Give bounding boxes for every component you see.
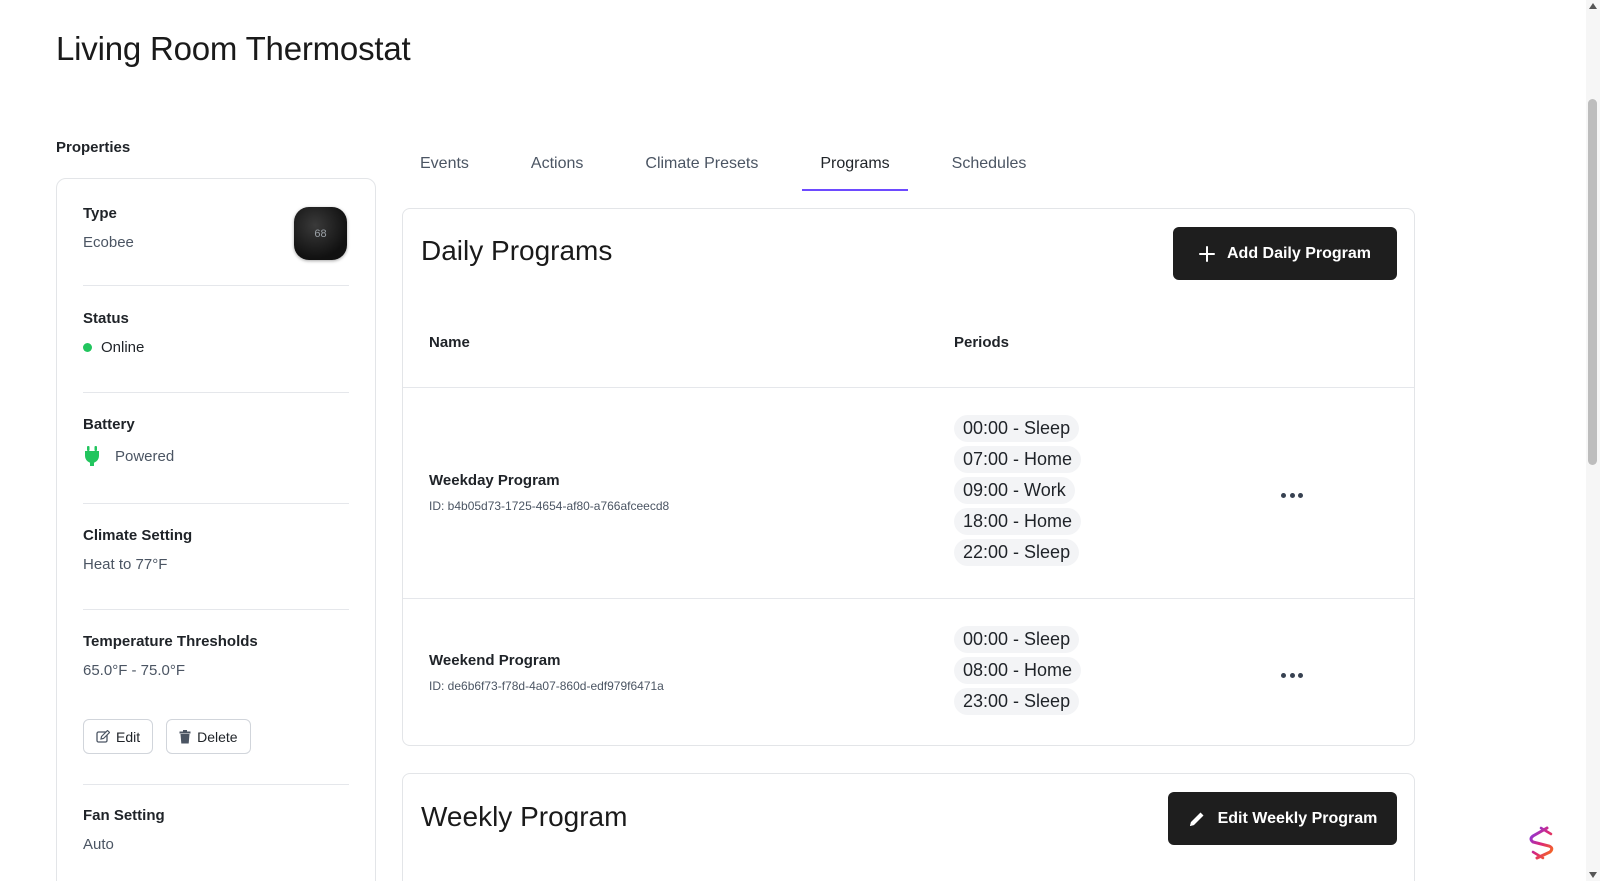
weekly-program-title: Weekly Program: [421, 801, 628, 832]
period-badge: 18:00 - Home: [954, 508, 1082, 535]
divider: [83, 784, 349, 785]
program-periods: 00:00 - Sleep 07:00 - Home 09:00 - Work …: [954, 415, 1082, 566]
property-value: Online: [83, 339, 349, 356]
weekly-program-card: Weekly Program Edit Weekly Program: [402, 773, 1415, 881]
delete-button[interactable]: Delete: [166, 719, 251, 754]
trash-icon: [179, 729, 191, 743]
pencil-icon: [1189, 812, 1204, 826]
property-climate: Climate Setting Heat to 77°F: [83, 527, 349, 573]
property-value: Powered: [83, 445, 349, 467]
daily-programs-title: Daily Programs: [421, 235, 613, 266]
tab-programs[interactable]: Programs: [802, 140, 909, 191]
properties-card: Type Ecobee 68 Status Online Battery Pow…: [56, 178, 376, 881]
property-fan: Fan Setting Auto: [83, 807, 349, 853]
scroll-down-icon[interactable]: [1589, 872, 1597, 878]
tab-actions[interactable]: Actions: [513, 140, 601, 191]
delete-button-label: Delete: [197, 728, 238, 745]
tab-schedules[interactable]: Schedules: [934, 140, 1045, 191]
column-header-periods: Periods: [954, 334, 1010, 351]
tab-bar: Events Actions Climate Presets Programs …: [402, 140, 1070, 191]
property-label: Temperature Thresholds: [83, 633, 258, 650]
add-daily-program-label: Add Daily Program: [1226, 244, 1372, 262]
scrollbar-thumb[interactable]: [1588, 99, 1597, 465]
program-periods: 00:00 - Sleep 08:00 - Home 23:00 - Sleep: [954, 626, 1082, 715]
property-label: Battery: [83, 416, 135, 433]
edit-icon: [96, 729, 110, 743]
period-badge: 22:00 - Sleep: [954, 539, 1080, 566]
property-thresholds: Temperature Thresholds 65.0°F - 75.0°F: [83, 633, 349, 679]
more-options-icon[interactable]: [1281, 672, 1303, 678]
plug-icon: [83, 445, 101, 467]
property-value: 65.0°F - 75.0°F: [83, 662, 186, 679]
brand-logo-icon[interactable]: [1527, 826, 1557, 860]
property-label: Fan Setting: [83, 807, 165, 824]
program-name: Weekday Program: [429, 472, 560, 489]
online-status-dot-icon: [83, 343, 92, 352]
row-divider: [403, 598, 1414, 599]
tab-events[interactable]: Events: [402, 140, 487, 191]
daily-programs-card: Daily Programs Add Daily Program Name Pe…: [402, 208, 1415, 746]
device-display-text: 68: [314, 227, 327, 240]
scrollbar[interactable]: [1586, 0, 1600, 881]
edit-weekly-program-label: Edit Weekly Program: [1217, 809, 1378, 827]
divider: [83, 609, 349, 610]
property-label: Status: [83, 310, 129, 327]
properties-heading: Properties: [56, 139, 131, 156]
property-status: Status Online: [83, 310, 349, 356]
thermostat-device-image: 68: [294, 207, 347, 260]
tab-climate-presets[interactable]: Climate Presets: [627, 140, 776, 191]
property-label: Climate Setting: [83, 527, 193, 544]
divider: [83, 503, 349, 504]
column-header-name: Name: [429, 334, 470, 351]
property-battery: Battery Powered: [83, 416, 349, 467]
property-actions: Edit Delete: [83, 719, 251, 754]
period-badge: 23:00 - Sleep: [954, 688, 1080, 715]
divider: [83, 392, 349, 393]
property-value: Heat to 77°F: [83, 556, 168, 573]
property-value: Auto: [83, 836, 114, 853]
status-text: Online: [101, 339, 145, 356]
battery-text: Powered: [115, 447, 175, 465]
row-divider: [403, 387, 1414, 388]
divider: [83, 285, 349, 286]
period-badge: 08:00 - Home: [954, 657, 1082, 684]
more-options-icon[interactable]: [1281, 492, 1303, 498]
program-id: ID: de6b6f73-f78d-4a07-860d-edf979f6471a: [429, 679, 664, 693]
plus-icon: [1198, 245, 1215, 262]
add-daily-program-button[interactable]: Add Daily Program: [1173, 227, 1397, 280]
edit-weekly-program-button[interactable]: Edit Weekly Program: [1168, 792, 1397, 845]
edit-button-label: Edit: [116, 728, 141, 745]
edit-button[interactable]: Edit: [83, 719, 154, 754]
program-id: ID: b4b05d73-1725-4654-af80-a766afceecd8: [429, 499, 670, 513]
period-badge: 09:00 - Work: [954, 477, 1075, 504]
page-title: Living Room Thermostat: [56, 30, 411, 67]
program-name: Weekend Program: [429, 652, 561, 669]
scroll-up-icon[interactable]: [1589, 3, 1597, 9]
period-badge: 00:00 - Sleep: [954, 626, 1080, 653]
period-badge: 07:00 - Home: [954, 446, 1082, 473]
period-badge: 00:00 - Sleep: [954, 415, 1080, 442]
